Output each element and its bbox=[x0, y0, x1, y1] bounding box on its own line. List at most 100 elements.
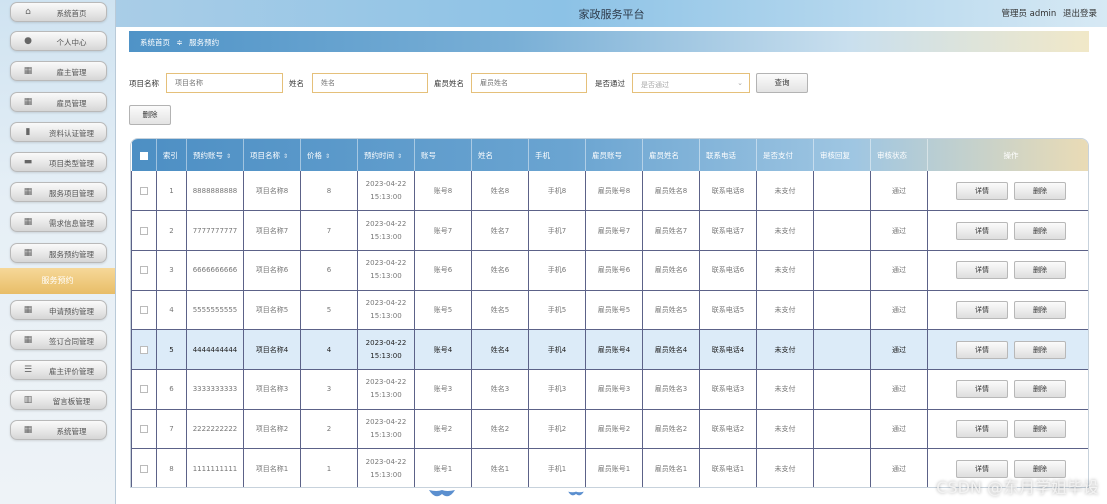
cell-status: 通过 bbox=[870, 448, 928, 487]
sort-icon[interactable]: ⇕ bbox=[397, 153, 402, 160]
project-name-input[interactable] bbox=[166, 73, 283, 93]
sidebar-item-12[interactable]: ▥ 留言板管理 bbox=[10, 390, 107, 410]
row-delete-button[interactable]: 删除 bbox=[1014, 181, 1066, 200]
staff-name-input[interactable] bbox=[471, 73, 587, 93]
detail-button[interactable]: 详情 bbox=[956, 261, 1008, 280]
query-button[interactable]: 查询 bbox=[756, 73, 808, 93]
name-input[interactable] bbox=[312, 73, 428, 93]
column-header[interactable]: 预约时间 ⇕ bbox=[357, 139, 415, 171]
sidebar-item-3[interactable]: ▦ 雇员管理 bbox=[10, 92, 107, 112]
cell-phone: 手机1 bbox=[528, 448, 586, 487]
sidebar-item-6[interactable]: ▦ 服务项目管理 bbox=[10, 182, 107, 202]
sidebar: ⌂ 系统首页 ● 个人中心 ▦ 雇主管理 ▦ 雇员管理 ▮ 资料认证管理 ▬ 项目类型管理 ▦ 服务项目管… bbox=[0, 0, 116, 504]
grid-icon: ▦ bbox=[23, 335, 33, 345]
column-header[interactable]: 审核状态 bbox=[870, 139, 928, 171]
row-checkbox-cell[interactable] bbox=[131, 409, 157, 450]
row-checkbox[interactable] bbox=[140, 266, 148, 275]
column-header[interactable]: 雇员姓名 bbox=[642, 139, 700, 171]
row-checkbox[interactable] bbox=[140, 305, 148, 314]
batch-delete-button[interactable]: 删除 bbox=[129, 105, 171, 125]
cell-tel: 联系电话1 bbox=[699, 448, 757, 487]
sidebar-item-13[interactable]: ▦ 系统管理 bbox=[10, 420, 107, 440]
breadcrumb-current: 服务预约 bbox=[189, 38, 220, 47]
cell-price: 1 bbox=[300, 448, 358, 487]
sort-icon[interactable]: ⇕ bbox=[325, 153, 330, 160]
row-delete-button[interactable]: 删除 bbox=[1014, 340, 1066, 359]
sidebar-item-4[interactable]: ▮ 资料认证管理 bbox=[10, 122, 107, 142]
cell-phone: 手机5 bbox=[528, 290, 586, 331]
cell-reply bbox=[813, 369, 871, 410]
column-header[interactable]: 项目名称 ⇕ bbox=[243, 139, 301, 171]
sidebar-item-0[interactable]: ⌂ 系统首页 bbox=[10, 2, 107, 22]
cell-tel: 联系电话8 bbox=[699, 171, 757, 212]
column-header[interactable]: 联系电话 bbox=[699, 139, 757, 171]
table-row[interactable]: 7 2222222222 项目名称2 2 2023-04-22 15:13:00 账号2 姓名… bbox=[131, 409, 1088, 450]
row-checkbox-cell[interactable] bbox=[131, 329, 157, 370]
column-header[interactable]: 账号 bbox=[414, 139, 472, 171]
table-row[interactable]: 4 5555555555 项目名称5 5 2023-04-22 15:13:00 账号5 姓名… bbox=[131, 290, 1088, 331]
row-checkbox[interactable] bbox=[140, 345, 148, 354]
detail-button[interactable]: 详情 bbox=[956, 221, 1008, 240]
cell-status: 通过 bbox=[870, 290, 928, 331]
row-checkbox[interactable] bbox=[140, 226, 148, 235]
detail-button[interactable]: 详情 bbox=[956, 380, 1008, 399]
column-header[interactable]: 预约账号 ⇕ bbox=[186, 139, 244, 171]
cell-status: 通过 bbox=[870, 250, 928, 291]
row-checkbox[interactable] bbox=[140, 464, 148, 473]
column-header[interactable]: 价格 ⇕ bbox=[300, 139, 358, 171]
column-header[interactable]: 姓名 bbox=[471, 139, 529, 171]
grid-icon: ▦ bbox=[23, 425, 33, 435]
sidebar-item-9[interactable]: ▦ 申请预约管理 bbox=[10, 300, 107, 320]
table-row[interactable]: 1 8888888888 项目名称8 8 2023-04-22 15:13:00 账号8 姓名… bbox=[131, 171, 1088, 212]
row-delete-button[interactable]: 删除 bbox=[1014, 300, 1066, 319]
column-header[interactable]: 手机 bbox=[528, 139, 586, 171]
select-all-checkbox[interactable] bbox=[139, 151, 148, 160]
sidebar-item-10[interactable]: ▦ 签订合同管理 bbox=[10, 330, 107, 350]
breadcrumb-home[interactable]: 系统首页 bbox=[140, 38, 170, 47]
cell-booking-clock: 15:13:00 bbox=[370, 470, 402, 479]
sort-icon[interactable]: ⇕ bbox=[283, 153, 288, 160]
detail-button[interactable]: 详情 bbox=[956, 300, 1008, 319]
sort-icon[interactable]: ⇕ bbox=[226, 153, 231, 160]
row-checkbox-cell[interactable] bbox=[131, 250, 157, 291]
row-delete-button[interactable]: 删除 bbox=[1014, 261, 1066, 280]
table-row[interactable]: 2 7777777777 项目名称7 7 2023-04-22 15:13:00 账号7 姓名… bbox=[131, 210, 1088, 251]
cell-booking-time: 2023-04-22 15:13:00 bbox=[357, 369, 415, 410]
column-header-label: 价格 bbox=[307, 150, 322, 160]
column-header-label: 索引 bbox=[163, 150, 178, 160]
table-row[interactable]: 5 4444444444 项目名称4 4 2023-04-22 15:13:00 账号4 姓名… bbox=[131, 329, 1088, 370]
sidebar-subitem-service-booking[interactable]: 服务预约 bbox=[0, 268, 115, 294]
column-header[interactable]: 雇员账号 bbox=[585, 139, 643, 171]
sidebar-item-11[interactable]: ☰ 雇主评价管理 bbox=[10, 360, 107, 380]
detail-button[interactable]: 详情 bbox=[956, 419, 1008, 438]
row-checkbox-cell[interactable] bbox=[131, 210, 157, 251]
cell-acct: 3333333333 bbox=[186, 369, 244, 410]
sidebar-item-5[interactable]: ▬ 项目类型管理 bbox=[10, 152, 107, 172]
sidebar-item-1[interactable]: ● 个人中心 bbox=[10, 31, 107, 51]
table-row[interactable]: 3 6666666666 项目名称6 6 2023-04-22 15:13:00 账号6 姓名… bbox=[131, 250, 1088, 291]
column-header[interactable]: 是否支付 bbox=[756, 139, 814, 171]
detail-button[interactable]: 详情 bbox=[956, 181, 1008, 200]
row-checkbox-cell[interactable] bbox=[131, 369, 157, 410]
column-header[interactable]: 审核回复 bbox=[813, 139, 871, 171]
sidebar-item-8[interactable]: ▦ 服务预约管理 bbox=[10, 243, 107, 263]
column-header[interactable]: 索引 bbox=[156, 139, 187, 171]
detail-button[interactable]: 详情 bbox=[956, 340, 1008, 359]
row-delete-button[interactable]: 删除 bbox=[1014, 380, 1066, 399]
row-checkbox[interactable] bbox=[140, 186, 148, 195]
sidebar-item-2[interactable]: ▦ 雇主管理 bbox=[10, 61, 107, 81]
row-checkbox[interactable] bbox=[140, 424, 148, 433]
row-delete-button[interactable]: 删除 bbox=[1014, 419, 1066, 438]
sidebar-item-label: 个人中心 bbox=[56, 38, 87, 47]
sidebar-item-7[interactable]: ▦ 需求信息管理 bbox=[10, 212, 107, 232]
table-row[interactable]: 6 3333333333 项目名称3 3 2023-04-22 15:13:00 账号3 姓名… bbox=[131, 369, 1088, 410]
row-delete-button[interactable]: 删除 bbox=[1014, 221, 1066, 240]
row-checkbox-cell[interactable] bbox=[131, 171, 157, 212]
select-all-checkbox-cell[interactable] bbox=[131, 139, 157, 171]
row-checkbox-cell[interactable] bbox=[131, 448, 157, 487]
row-checkbox-cell[interactable] bbox=[131, 290, 157, 331]
approved-select[interactable]: 是否通过 ⌄ bbox=[632, 73, 750, 93]
logout-link[interactable]: 退出登录 bbox=[1063, 9, 1097, 19]
cell-booking-time: 2023-04-22 15:13:00 bbox=[357, 448, 415, 487]
row-checkbox[interactable] bbox=[140, 385, 148, 394]
